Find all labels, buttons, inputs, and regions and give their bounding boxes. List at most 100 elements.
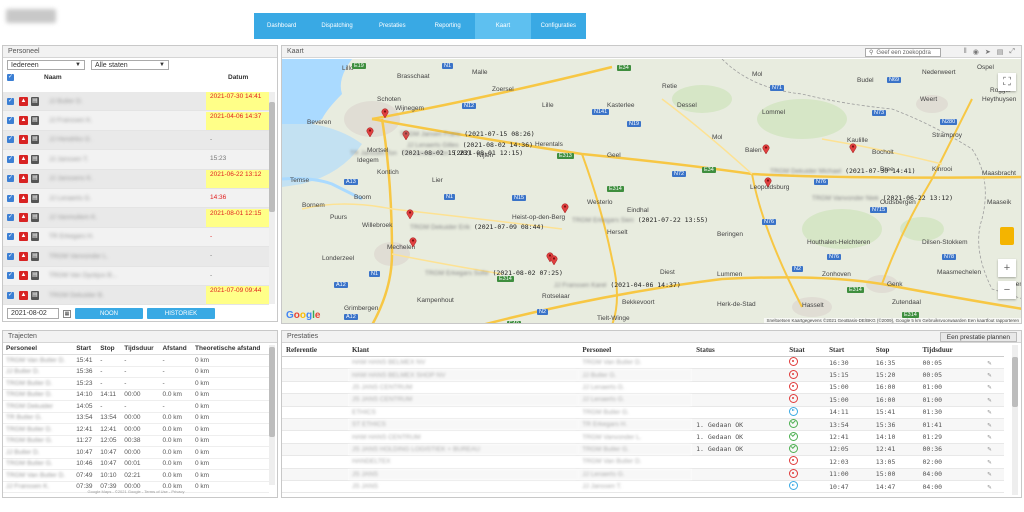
personeel-row[interactable]: ✓ ▲ ▤ JJ Janssens K. 2021-06-22 13:12	[3, 169, 269, 189]
nav-item[interactable]: Kaart	[475, 13, 531, 39]
prestatie-row[interactable]: JS JANS HOLDING LOGISTIEK + BUREAU TRGM B…	[282, 443, 1004, 457]
edit-icon[interactable]: ✎	[987, 470, 991, 478]
map-marker-icon[interactable]	[849, 143, 857, 154]
prestatie-row[interactable]: HAM HANS BELMEX NV TRGM Van Butler D. 16:3…	[282, 356, 1004, 370]
map-marker-icon[interactable]	[764, 177, 772, 188]
personeel-row[interactable]: ✓ ▲ ▤ JJ Lenaerts G. 14:36	[3, 188, 269, 209]
layers-icon[interactable]: ◉	[973, 48, 979, 56]
row-checkbox[interactable]: ✓	[7, 252, 14, 260]
zoom-out-button[interactable]: −	[998, 281, 1016, 299]
edit-icon[interactable]: ✎	[987, 421, 991, 429]
personeel-row[interactable]: ✓ ▲ ▤ TR Erkegars H. -	[3, 227, 269, 248]
map-search-input[interactable]: ⚲ Geef een zoekopdra	[865, 48, 941, 57]
clipboard-icon[interactable]: ▤	[31, 290, 39, 300]
row-checkbox[interactable]: ✓	[7, 155, 14, 163]
prestaties-scrollbar[interactable]	[1012, 345, 1018, 495]
map-canvas[interactable]: Lillo Brasschaat Malle Zoersel Retie Mol Budel…	[282, 59, 1021, 323]
edit-icon[interactable]: ✎	[987, 408, 991, 416]
pin-icon[interactable]: ➤	[985, 48, 991, 56]
clipboard-icon[interactable]: ▤	[31, 154, 39, 164]
traject-row[interactable]: TRGM Butler G. 10:46 10:47 00:01 0.0 km 0 km	[3, 458, 269, 470]
personeel-row[interactable]: ✓ ▲ ▤ JJ Vanmullem K. 2021-08-01 12:15	[3, 208, 269, 228]
person-icon[interactable]: ▲	[19, 232, 28, 242]
edit-icon[interactable]: ✎	[987, 483, 991, 491]
prestatie-row[interactable]: ETHICS TRGM Butler G. 14:11 15:41 01:30 ✎	[282, 406, 1004, 419]
now-button[interactable]: NOON	[75, 308, 143, 319]
person-icon[interactable]: ▲	[19, 213, 28, 223]
map-marker-icon[interactable]	[409, 237, 417, 248]
person-icon[interactable]: ▲	[19, 174, 28, 184]
expand-icon[interactable]: ⤢	[1009, 48, 1015, 56]
personeel-row[interactable]: ✓ ▲ ▤ JJ Butler D. 2021-07-30 14:41	[3, 92, 269, 112]
group-filter-select[interactable]: Iedereen ▼	[7, 60, 85, 70]
person-icon[interactable]: ▲	[19, 135, 28, 145]
traject-row[interactable]: TRGM Butler D. 12:41 12:41 00:00 0.0 km 0 km	[3, 423, 269, 436]
personeel-row[interactable]: ✓ ▲ ▤ JJ Franssen K. 2021-04-06 14:37	[3, 111, 269, 131]
prestatie-row[interactable]: ST ETHICS TR Erkegars H. 1. Gedaan OK 13:54…	[282, 418, 1004, 432]
map-marker-icon[interactable]	[550, 255, 558, 266]
status-filter-select[interactable]: Alle staten ▼	[91, 60, 169, 70]
nav-item[interactable]: Dispatching	[309, 13, 364, 39]
plan-prestatie-button[interactable]: Een prestatie plannen	[939, 332, 1017, 342]
personeel-row[interactable]: ✓ ▲ ▤ TRGM Dekuider B. 2021-07-09 09:44	[3, 285, 269, 306]
prestatie-row[interactable]: JS JANS CENTRUM JJ Lenaerts G. 15:00 16:00 0…	[282, 393, 1004, 407]
traject-row[interactable]: TRGM Butler G. 11:27 12:05 00:38 0.0 km 0 km	[3, 435, 269, 447]
fullscreen-button[interactable]: ⛶	[998, 73, 1016, 91]
edit-icon[interactable]: ✎	[987, 396, 991, 404]
prestatie-row[interactable]: JS JANS JJ Lenaerts G. 11:00 15:00 04:00 ✎	[282, 468, 1004, 481]
history-button[interactable]: HISTORIEK	[147, 308, 215, 319]
prestatie-row[interactable]: HAM HANS BELMEX SHOP NV JJ Butler G. 15:15…	[282, 368, 1004, 382]
edit-icon[interactable]: ✎	[987, 371, 991, 379]
nav-item[interactable]: Configuraties	[531, 13, 586, 39]
date-input[interactable]: 2021-08-02	[7, 308, 59, 319]
nav-item[interactable]: Prestaties	[365, 13, 420, 39]
person-icon[interactable]: ▲	[19, 96, 28, 106]
select-all-checkbox[interactable]: ✓	[7, 73, 14, 81]
clipboard-icon[interactable]: ▤	[31, 116, 39, 126]
company-logo[interactable]: logo	[6, 9, 56, 23]
map-marker-icon[interactable]	[406, 209, 414, 220]
clipboard-icon[interactable]: ▤	[31, 135, 39, 145]
row-checkbox[interactable]: ✓	[7, 272, 14, 280]
clipboard-icon[interactable]: ▤	[31, 193, 39, 203]
person-icon[interactable]: ▲	[19, 154, 28, 164]
traject-row[interactable]: JJ Butler D. 15:36- - -0 km	[3, 366, 269, 378]
traject-row[interactable]: TRGM Butler D. 14:10 14:11 00:00 0.0 km 0 km	[3, 389, 269, 401]
clipboard-icon[interactable]: ▤	[31, 213, 39, 223]
traject-row[interactable]: TRGM Butler D. 15:23- - -0 km	[3, 377, 269, 390]
filter-icon[interactable]: ▤	[997, 48, 1004, 56]
edit-icon[interactable]: ✎	[987, 383, 991, 391]
personeel-row[interactable]: ✓ ▲ ▤ TRGM Van Dyckjus B... -	[3, 266, 269, 286]
row-checkbox[interactable]: ✓	[7, 97, 14, 105]
row-checkbox[interactable]: ✓	[7, 233, 14, 241]
traject-row[interactable]: TR Butler G. 13:54 13:54 00:00 0.0 km 0 km	[3, 412, 269, 424]
trajecten-scrollbar[interactable]	[269, 345, 275, 485]
person-icon[interactable]: ▲	[19, 116, 28, 126]
personeel-row[interactable]: ✓ ▲ ▤ JJ Janssen T. 15:23	[3, 150, 269, 170]
nav-item[interactable]: Dashboard	[254, 13, 309, 39]
row-checkbox[interactable]: ✓	[7, 291, 14, 299]
edit-icon[interactable]: ✎	[987, 433, 991, 441]
nav-item[interactable]: Reporting	[420, 13, 475, 39]
personeel-scrollbar[interactable]	[269, 92, 275, 304]
prestatie-row[interactable]: HANDELTEX TRGM Van Butler D. 12:03 13:05 02:…	[282, 455, 1004, 469]
traject-row[interactable]: JJ Butler D. 10:47 10:47 00:00 0.0 km 0 km	[3, 446, 269, 459]
row-checkbox[interactable]: ✓	[7, 194, 14, 202]
personeel-row[interactable]: ✓ ▲ ▤ JJ Hendrikx G. -	[3, 130, 269, 151]
traject-row[interactable]: TRGM Van Butler D. 07:49 10:10 02:21 0.0 km 0…	[3, 469, 269, 482]
zoom-in-button[interactable]: +	[998, 259, 1016, 277]
row-checkbox[interactable]: ✓	[7, 175, 14, 183]
row-checkbox[interactable]: ✓	[7, 136, 14, 144]
clipboard-icon[interactable]: ▤	[31, 271, 39, 281]
map-marker-icon[interactable]	[381, 108, 389, 119]
street-view-pegman[interactable]	[1000, 227, 1014, 245]
edit-icon[interactable]: ✎	[987, 359, 991, 367]
row-checkbox[interactable]: ✓	[7, 117, 14, 125]
traffic-light-icon[interactable]: ‖	[964, 48, 967, 56]
map-marker-icon[interactable]	[762, 144, 770, 155]
prestatie-row[interactable]: JS JANS CENTRUM JJ Lenaerts G. 15:00 16:00 0…	[282, 381, 1004, 395]
map-marker-icon[interactable]	[366, 127, 374, 138]
edit-icon[interactable]: ✎	[987, 458, 991, 466]
edit-icon[interactable]: ✎	[987, 445, 991, 453]
person-icon[interactable]: ▲	[19, 193, 28, 203]
